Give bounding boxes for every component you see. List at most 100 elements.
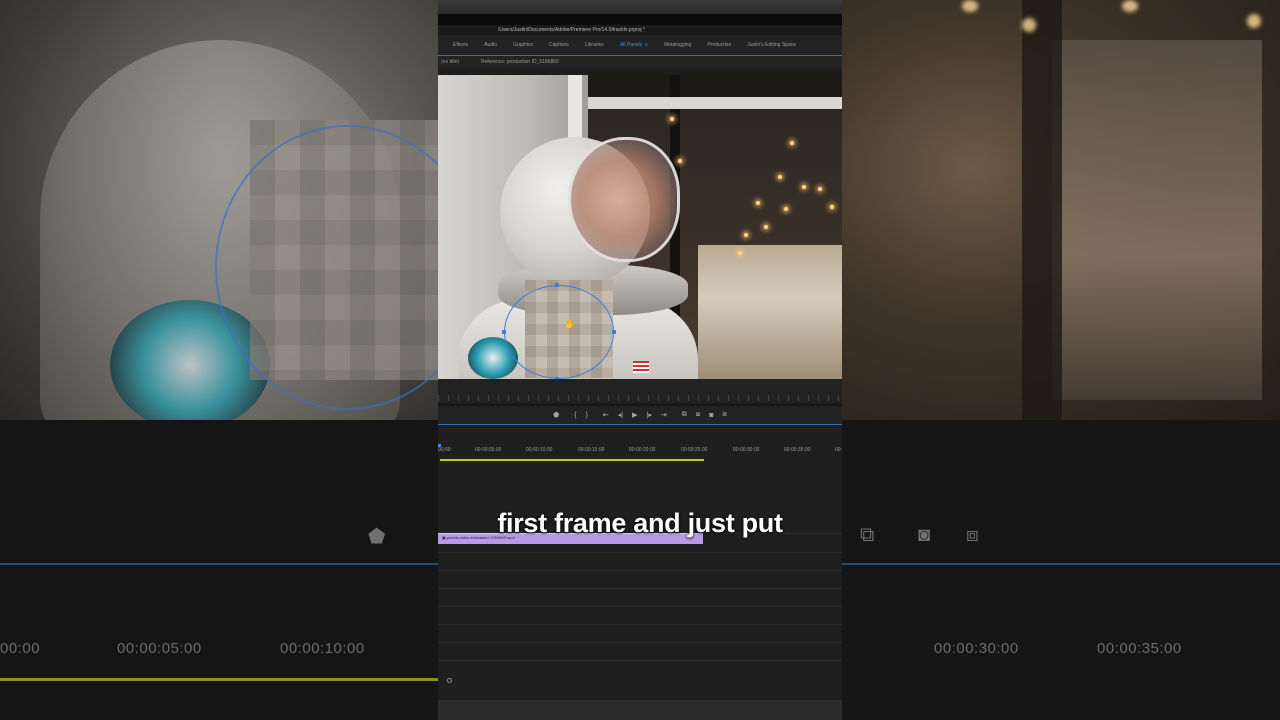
timecode-label: 00: xyxy=(835,447,842,453)
marker-icon: ⬟ xyxy=(368,526,386,548)
transport-controls: ⬟ { } ⇤ ◂| ▶ |▸ ⇥ ⧉ ⧇ ◙ ⧈ xyxy=(438,406,842,424)
premiere-app: /Users/Justin/Documents/Adobe/Premiere P… xyxy=(438,0,842,720)
insert-icon: ⧉ xyxy=(860,524,875,546)
bokeh-light xyxy=(830,205,834,209)
step-back-icon[interactable]: ◂| xyxy=(618,411,623,419)
go-to-out-icon[interactable]: ⇥ xyxy=(661,411,667,419)
bokeh-light xyxy=(818,187,822,191)
flag-patch xyxy=(633,361,649,373)
blurred-blue-line xyxy=(0,563,438,565)
workspace-graphics[interactable]: Graphics xyxy=(505,42,541,48)
bokeh-light xyxy=(738,251,742,255)
window-frame-top xyxy=(588,97,842,109)
export-frame-icon[interactable]: ◙ xyxy=(709,412,713,419)
background-right: ⧉ ◙ ⧈ 00:00:30:00 00:00:35:00 xyxy=(842,0,1280,720)
bokeh-light xyxy=(1247,14,1261,28)
bokeh-light xyxy=(764,225,768,229)
marker-icon[interactable]: ⬟ xyxy=(553,411,559,419)
workspace-justins-editing-space[interactable]: Justin's Editing Space xyxy=(739,42,804,48)
work-area-bar[interactable] xyxy=(440,459,704,461)
blurred-window xyxy=(1052,40,1262,400)
workspace-all-panels-label: All Panels xyxy=(619,42,643,48)
title-bar xyxy=(438,0,842,25)
bokeh-light xyxy=(670,117,674,121)
timecode-label: 00:00:05:00 xyxy=(475,447,502,453)
timecode-label: 00:00:20:00 xyxy=(629,447,656,453)
blurred-post xyxy=(1022,0,1062,420)
play-icon[interactable]: ▶ xyxy=(632,411,637,419)
track-divider xyxy=(438,570,842,571)
timecode-label: 00:00:30:00 xyxy=(733,447,760,453)
reference-monitor-title[interactable]: Reference: production ID_5186850 xyxy=(481,56,559,69)
button-editor-icon[interactable]: ⧈ xyxy=(722,411,726,419)
bokeh-light xyxy=(678,159,682,163)
step-forward-icon[interactable]: |▸ xyxy=(647,411,652,419)
timecode-label: 00:00:10:00 xyxy=(526,447,553,453)
blurred-timeline-left: ⬟ 00:00 00:00:05:00 00:00:10:00 xyxy=(0,420,438,720)
helmet-visor xyxy=(568,137,680,262)
track-divider xyxy=(438,588,842,589)
monitor-title[interactable]: (no title) xyxy=(441,56,459,69)
bg-timecode: 00:00 xyxy=(0,640,41,657)
menu-icon[interactable]: ≡ xyxy=(645,42,648,48)
blurred-timeline-right: ⧉ ◙ ⧈ 00:00:30:00 00:00:35:00 xyxy=(842,420,1280,720)
workspace-captions[interactable]: Captions xyxy=(541,42,577,48)
bg-timecode: 00:00:35:00 xyxy=(1097,640,1182,657)
bokeh-light xyxy=(1022,18,1036,32)
workspace-production[interactable]: Production xyxy=(699,42,739,48)
bg-timecode: 00:00:30:00 xyxy=(934,640,1019,657)
background-left: ⬟ 00:00 00:00:05:00 00:00:10:00 xyxy=(0,0,438,720)
workspace-audio[interactable]: Audio xyxy=(476,42,505,48)
shop-interior xyxy=(698,245,842,379)
timeline-panel: 00:00 00:00:05:00 00:00:10:00 00:00:15:0… xyxy=(438,425,842,700)
workspace-all-panels[interactable]: All Panels ≡ xyxy=(612,42,656,48)
go-to-in-icon[interactable]: ⇤ xyxy=(603,411,609,419)
workspace-libraries[interactable]: Libraries xyxy=(577,42,612,48)
blurred-blue-line xyxy=(842,563,1280,565)
track-divider xyxy=(438,624,842,625)
bokeh-light xyxy=(778,175,782,179)
track-divider xyxy=(438,642,842,643)
timecode-label: 00:00:15:00 xyxy=(578,447,605,453)
monitor-header: (no title) Reference: production ID_5186… xyxy=(438,56,842,69)
timecode-label: 00:00 xyxy=(438,447,451,453)
mask-handle[interactable] xyxy=(612,330,616,334)
video-caption: first frame and just put xyxy=(497,508,783,538)
workspace-bar: Effects Audio Graphics Captions Librarie… xyxy=(438,35,842,55)
bg-timecode: 00:00:05:00 xyxy=(117,640,202,657)
bokeh-light xyxy=(790,141,794,145)
status-strip xyxy=(438,700,842,720)
track-divider xyxy=(438,606,842,607)
program-monitor-video[interactable]: ✋ xyxy=(438,75,842,379)
blurred-work-area xyxy=(0,678,438,681)
overwrite-icon[interactable]: ⧇ xyxy=(696,411,700,419)
ellipse-mask[interactable] xyxy=(504,285,614,379)
camera-icon: ◙ xyxy=(918,524,931,546)
bokeh-light xyxy=(1122,0,1138,12)
bg-timecode: 00:00:10:00 xyxy=(280,640,365,657)
screen: ⬟ 00:00 00:00:05:00 00:00:10:00 ⧉ ◙ ⧈ 00… xyxy=(0,0,1280,720)
track-divider xyxy=(438,552,842,553)
playhead[interactable] xyxy=(438,444,441,447)
bokeh-light xyxy=(756,201,760,205)
button-editor-icon: ⧈ xyxy=(966,524,979,546)
timecode-label: 00:00:25:00 xyxy=(681,447,708,453)
workspace-effects[interactable]: Effects xyxy=(438,42,476,48)
zoom-scroll-handle[interactable] xyxy=(447,678,452,683)
mask-handle[interactable] xyxy=(555,283,559,287)
scrubber-ticks xyxy=(438,395,842,401)
hand-cursor-icon: ✋ xyxy=(564,319,576,329)
mask-handle[interactable] xyxy=(502,330,506,334)
insert-icon[interactable]: ⧉ xyxy=(682,411,687,419)
bokeh-light xyxy=(802,185,806,189)
mark-out-icon[interactable]: } xyxy=(586,412,588,419)
project-path: /Users/Justin/Documents/Adobe/Premiere P… xyxy=(438,25,842,35)
mark-in-icon[interactable]: { xyxy=(574,412,576,419)
timecode-label: 00:00:35:00 xyxy=(784,447,811,453)
bokeh-light xyxy=(784,207,788,211)
monitor-scrubber[interactable] xyxy=(438,379,842,403)
bokeh-light xyxy=(744,233,748,237)
workspace-metalogging[interactable]: Metalogging xyxy=(656,42,699,48)
track-divider xyxy=(438,660,842,661)
bokeh-light xyxy=(962,0,978,12)
